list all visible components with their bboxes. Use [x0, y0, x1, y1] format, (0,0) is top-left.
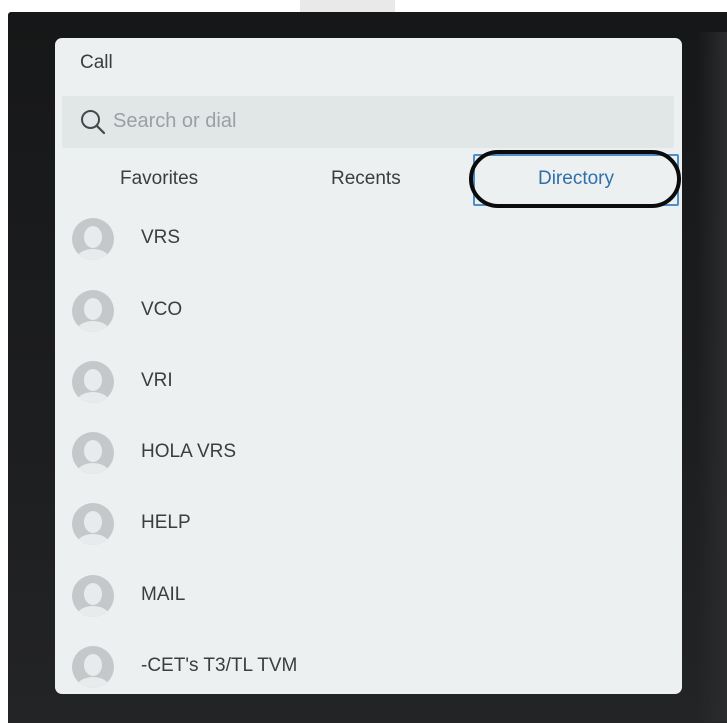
- photo-frame: Call Favorites Recents Directory VRS VCO…: [0, 0, 727, 723]
- contact-row-vco[interactable]: VCO: [55, 279, 682, 349]
- panel-title: Call: [80, 52, 113, 73]
- contact-name: HELP: [141, 512, 191, 533]
- avatar: [72, 432, 114, 474]
- tab-recents[interactable]: Recents: [331, 168, 401, 190]
- contact-name: VRI: [141, 370, 173, 391]
- contact-row-hola-vrs[interactable]: HOLA VRS: [55, 421, 682, 491]
- contact-name: VCO: [141, 299, 183, 320]
- contact-name: -CET's T3/TL TVM: [141, 655, 298, 676]
- contact-row-mail[interactable]: MAIL: [55, 564, 682, 634]
- tab-directory[interactable]: Directory: [473, 154, 679, 206]
- contact-row-vri[interactable]: VRI: [55, 350, 682, 420]
- call-panel: Call Favorites Recents Directory VRS VCO…: [55, 38, 682, 694]
- contact-name: VRS: [141, 227, 181, 248]
- avatar: [72, 218, 114, 260]
- avatar: [72, 503, 114, 545]
- contact-name: HOLA VRS: [141, 441, 237, 462]
- tab-directory-label: Directory: [537, 168, 614, 189]
- search-icon: [81, 110, 106, 135]
- tab-favorites[interactable]: Favorites: [120, 168, 198, 190]
- bezel-edge: [697, 32, 727, 722]
- avatar: [72, 646, 114, 688]
- avatar: [72, 575, 114, 617]
- contact-row-vrs[interactable]: VRS: [55, 207, 682, 277]
- contact-name: MAIL: [141, 584, 186, 605]
- contact-row-cet[interactable]: -CET's T3/TL TVM: [55, 635, 682, 694]
- contact-row-help[interactable]: HELP: [55, 492, 682, 562]
- avatar: [72, 361, 114, 403]
- search-input[interactable]: [113, 110, 633, 133]
- search-bar[interactable]: [62, 96, 674, 148]
- avatar: [72, 290, 114, 332]
